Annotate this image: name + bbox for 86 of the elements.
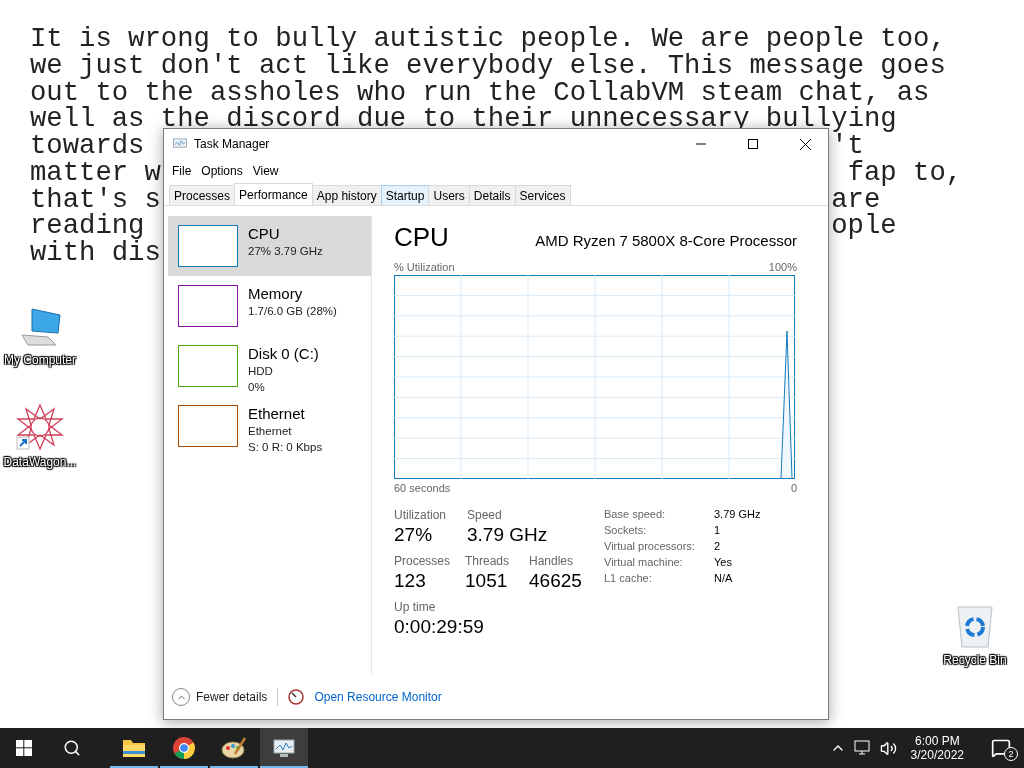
spec-label: Virtual machine: xyxy=(604,556,684,568)
resource-item[interactable]: Memory 1.7/6.0 GB (28%) xyxy=(168,276,371,336)
axis-label: 60 seconds xyxy=(394,482,451,494)
desktop-icon-label[interactable]: DataWagon... xyxy=(3,455,77,469)
window-title: Task Manager xyxy=(194,137,271,151)
stat-value: 46625 xyxy=(529,570,583,592)
palette-icon xyxy=(221,736,247,760)
resource-item[interactable]: CPU 27% 3.79 GHz xyxy=(168,216,371,276)
tab[interactable]: Processes xyxy=(169,185,236,205)
axis-label: 0 xyxy=(790,482,797,494)
recycle-bin-icon xyxy=(955,603,995,649)
network-icon[interactable] xyxy=(853,740,872,756)
spec-value: Yes xyxy=(714,556,733,568)
task-manager-icon xyxy=(272,737,296,759)
stat-label: Handles xyxy=(529,554,575,568)
notifications-button[interactable]: 2 xyxy=(978,728,1024,768)
wallpaper-text: reading xyxy=(30,213,145,240)
fewer-details-button[interactable]: Fewer details xyxy=(172,688,268,706)
stat-label: Processes xyxy=(394,554,452,568)
stat-value: 0:00:29:59 xyxy=(394,616,485,638)
resource-monitor-link[interactable]: Open Resource Monitor xyxy=(314,690,442,704)
notification-count: 2 xyxy=(1004,747,1018,761)
resource-detail: S: 0 R: 0 Kbps xyxy=(248,440,323,455)
stat-label: Speed xyxy=(467,508,503,522)
folder-icon xyxy=(122,738,146,758)
search-icon xyxy=(63,739,81,757)
clock[interactable]: 6:00 PM 3/20/2022 xyxy=(904,734,970,762)
axis-label: % Utilization xyxy=(394,261,455,273)
resource-item[interactable]: Disk 0 (C:) HDD 0% xyxy=(168,336,371,396)
desktop-icon-label[interactable]: Recycle Bin xyxy=(943,653,1007,667)
resource-detail: HDD xyxy=(248,364,274,379)
wallpaper-text: matter w xyxy=(30,159,161,187)
wallpaper-text: It is wrong to bully autistic people. We are people too, xyxy=(30,23,946,54)
spec-label: L1 cache: xyxy=(604,572,653,584)
resource-name: Disk 0 (C:) xyxy=(248,345,319,363)
taskbar-app-button[interactable] xyxy=(260,728,308,768)
spec-value: 3.79 GHz xyxy=(714,508,761,520)
spec-value: N/A xyxy=(714,572,734,584)
star-shortcut-icon xyxy=(16,403,64,451)
wallpaper-text: are xyxy=(831,186,881,214)
task-manager-icon xyxy=(172,137,188,151)
menu-item[interactable]: View xyxy=(248,162,283,180)
menu-item[interactable]: File xyxy=(168,162,196,180)
tab[interactable]: Startup xyxy=(380,185,430,205)
stat-label: Utilization xyxy=(394,508,448,522)
resource-name: Ethernet xyxy=(248,405,306,423)
resource-item[interactable]: Ethernet Ethernet S: 0 R: 0 Kbps xyxy=(168,396,371,456)
spec-label: Virtual processors: xyxy=(604,540,696,552)
gauge-icon xyxy=(288,689,305,705)
tab[interactable]: Users xyxy=(428,185,470,205)
wallpaper-text: that's s xyxy=(30,186,161,214)
wallpaper-text: towards xyxy=(30,133,145,160)
resource-detail: 0% xyxy=(248,380,266,395)
resource-name: Memory xyxy=(248,285,304,303)
spec-label: Base speed: xyxy=(604,508,667,520)
spec-value: 1 xyxy=(714,524,722,536)
wallpaper-text: ople xyxy=(831,213,897,240)
stat-value: 3.79 GHz xyxy=(467,524,549,546)
axis-label: 100% xyxy=(768,261,797,273)
resource-name: CPU xyxy=(248,225,281,243)
stat-value: 27% xyxy=(394,524,434,546)
menu-item[interactable]: Options xyxy=(197,162,247,180)
windows-logo-icon xyxy=(16,740,32,756)
stat-value: 1051 xyxy=(465,570,509,592)
computer-icon xyxy=(18,305,62,349)
wallpaper-text: 't xyxy=(831,133,864,160)
desktop-icon-label[interactable]: My Computer xyxy=(4,353,76,367)
browser-icon xyxy=(172,736,196,760)
resource-detail: 1.7/6.0 GB (28%) xyxy=(248,304,337,319)
close-icon xyxy=(799,138,811,150)
maximize-icon xyxy=(748,139,758,149)
tab[interactable]: Details xyxy=(468,185,516,205)
stat-label: Threads xyxy=(465,554,511,568)
spec-label: Sockets: xyxy=(604,524,648,536)
spec-value: 2 xyxy=(714,540,722,552)
volume-icon[interactable] xyxy=(879,739,897,757)
stat-value: 123 xyxy=(394,570,427,592)
detail-title: CPU xyxy=(394,222,449,253)
resource-detail: Ethernet xyxy=(248,424,293,439)
processor-model: AMD Ryzen 7 5800X 8-Core Processor xyxy=(535,232,797,251)
wallpaper-text: fap to, xyxy=(847,159,963,187)
resource-detail: 27% 3.79 GHz xyxy=(248,244,323,259)
tab[interactable]: App history xyxy=(311,185,382,205)
stat-label: Up time xyxy=(394,600,437,614)
notification-icon xyxy=(991,738,1011,758)
tab[interactable]: Services xyxy=(514,185,571,205)
